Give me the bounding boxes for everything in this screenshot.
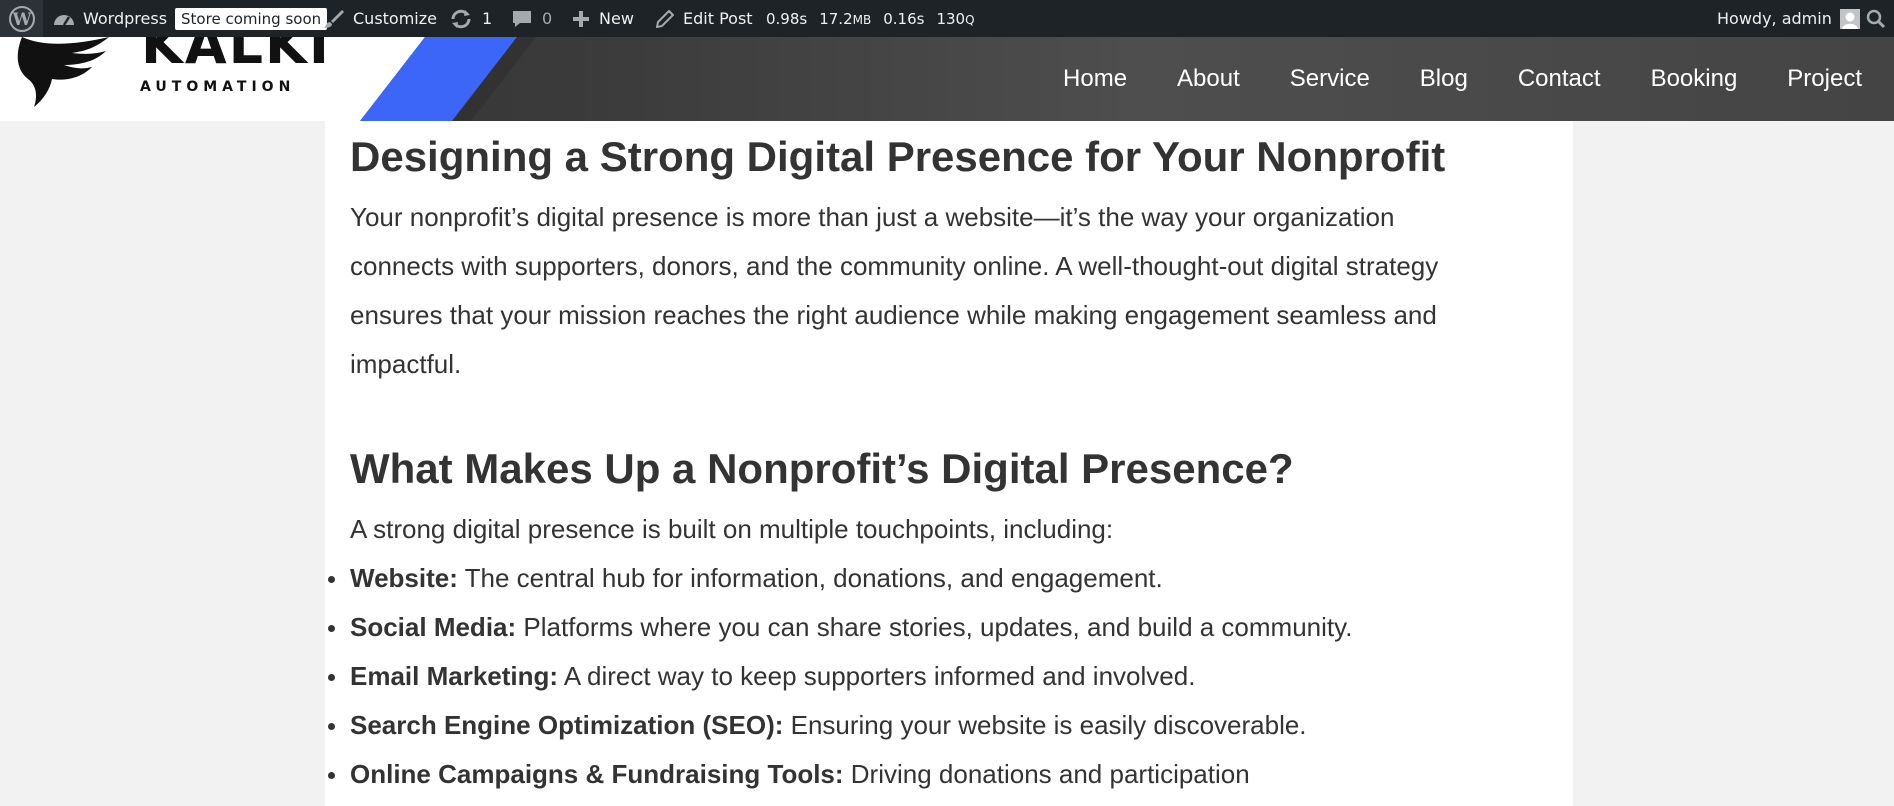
post-content: Designing a Strong Digital Presence for …: [328, 121, 1550, 799]
qm-db-time: 0.16s: [883, 9, 925, 28]
list-item: Social Media: Platforms where you can sh…: [328, 603, 1550, 652]
avatar-icon: [1839, 8, 1860, 29]
list-item: Email Marketing: A direct way to keep su…: [328, 652, 1550, 701]
search-icon: [1866, 9, 1886, 29]
nav-project[interactable]: Project: [1787, 65, 1862, 93]
site-logo-link[interactable]: KALKI AUTOMATION: [0, 15, 330, 121]
search-button[interactable]: [1866, 0, 1886, 37]
qm-memory: 17.2MB: [819, 9, 872, 28]
section-heading-digital-presence: Designing a Strong Digital Presence for …: [350, 133, 1446, 180]
wordpress-logo-icon: W: [8, 5, 35, 32]
list-item: Online Campaigns & Fundraising Tools: Dr…: [328, 750, 1550, 799]
touchpoints-list: Website: The central hub for information…: [328, 554, 1550, 799]
wordpress-logo-button[interactable]: W: [0, 0, 43, 37]
nav-service[interactable]: Service: [1290, 65, 1370, 93]
nav-home[interactable]: Home: [1063, 65, 1127, 93]
site-header: KALKI AUTOMATION Home About Service Blog…: [0, 15, 1894, 121]
admin-bar: W Wordpress Store coming soon Customize …: [0, 0, 1894, 37]
customize-link[interactable]: Customize: [324, 0, 437, 37]
howdy-text: Howdy, admin: [1717, 9, 1832, 28]
dashboard-icon: [53, 10, 75, 28]
intro-paragraph: Your nonprofit’s digital presence is mor…: [350, 193, 1550, 389]
paragraph-line: impactful.: [350, 349, 462, 379]
nav-contact[interactable]: Contact: [1518, 65, 1601, 93]
query-monitor-stats[interactable]: 0.98s 17.2MB 0.16s 130Q: [766, 0, 975, 37]
nav-blog[interactable]: Blog: [1420, 65, 1468, 93]
paragraph-line: connects with supporters, donors, and th…: [350, 251, 1439, 281]
edit-post-label: Edit Post: [683, 9, 753, 28]
new-label: New: [599, 9, 634, 28]
edit-post-link[interactable]: Edit Post: [656, 0, 753, 37]
nav-booking[interactable]: Booking: [1651, 65, 1738, 93]
site-name: Wordpress: [83, 9, 168, 28]
list-intro-paragraph: A strong digital presence is built on mu…: [350, 514, 1114, 544]
logo-subtext: AUTOMATION: [140, 79, 296, 95]
site-name-menu[interactable]: Wordpress Store coming soon: [53, 0, 328, 37]
store-status-badge[interactable]: Store coming soon: [175, 7, 328, 30]
main-navigation: Home About Service Blog Contact Booking …: [1038, 37, 1894, 121]
svg-text:W: W: [11, 10, 32, 30]
pencil-icon: [656, 9, 674, 28]
comment-icon: [512, 9, 532, 29]
section-heading-what-makes-up: What Makes Up a Nonprofit’s Digital Pres…: [350, 445, 1294, 492]
customize-label: Customize: [353, 9, 437, 28]
plus-icon: [572, 10, 590, 28]
comments-link[interactable]: 0: [512, 0, 552, 37]
brush-icon: [324, 9, 344, 29]
updates-icon: [450, 9, 472, 29]
content-area: Designing a Strong Digital Presence for …: [325, 121, 1573, 806]
updates-link[interactable]: 1: [450, 0, 492, 37]
qm-time: 0.98s: [766, 9, 808, 28]
list-item: Website: The central hub for information…: [328, 554, 1550, 603]
paragraph-line: Your nonprofit’s digital presence is mor…: [350, 202, 1395, 232]
new-content-menu[interactable]: New: [572, 0, 634, 37]
qm-queries: 130Q: [936, 9, 975, 28]
nav-about[interactable]: About: [1177, 65, 1240, 93]
list-item: Search Engine Optimization (SEO): Ensuri…: [328, 701, 1550, 750]
logo-wing-icon: [14, 37, 114, 117]
updates-count: 1: [482, 9, 493, 28]
my-account-menu[interactable]: Howdy, admin: [1717, 0, 1860, 37]
comments-count: 0: [542, 9, 553, 28]
paragraph-line: ensures that your mission reaches the ri…: [350, 300, 1437, 330]
